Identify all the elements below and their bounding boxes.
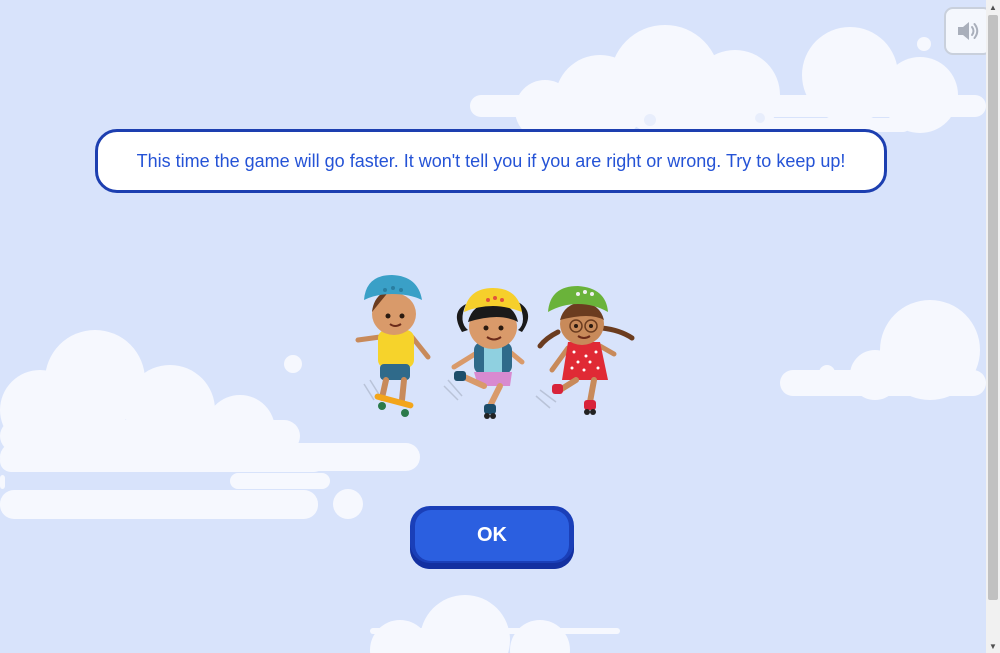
rollerskate-girl-green-figure [535,286,635,415]
rollerskate-girl-yellow-figure [443,288,529,419]
speaker-icon [958,22,979,40]
skateboard-boy-figure [355,275,431,417]
sound-toggle-button[interactable] [944,7,992,55]
vertical-scrollbar[interactable]: ▲ ▼ [986,0,1000,653]
ok-button[interactable]: OK [410,506,574,569]
instruction-text: This time the game will go faster. It wo… [136,150,846,171]
skating-kids-illustration [355,275,635,419]
ok-button-face: OK [415,510,569,561]
ok-button-label: OK [477,524,507,546]
scroll-up-arrow-icon[interactable]: ▲ [986,0,1000,14]
game-stage: This time the game will go faster. It wo… [0,0,986,653]
instruction-bubble: This time the game will go faster. It wo… [95,129,887,193]
scrollbar-thumb[interactable] [988,15,998,600]
scroll-down-arrow-icon[interactable]: ▼ [986,639,1000,653]
